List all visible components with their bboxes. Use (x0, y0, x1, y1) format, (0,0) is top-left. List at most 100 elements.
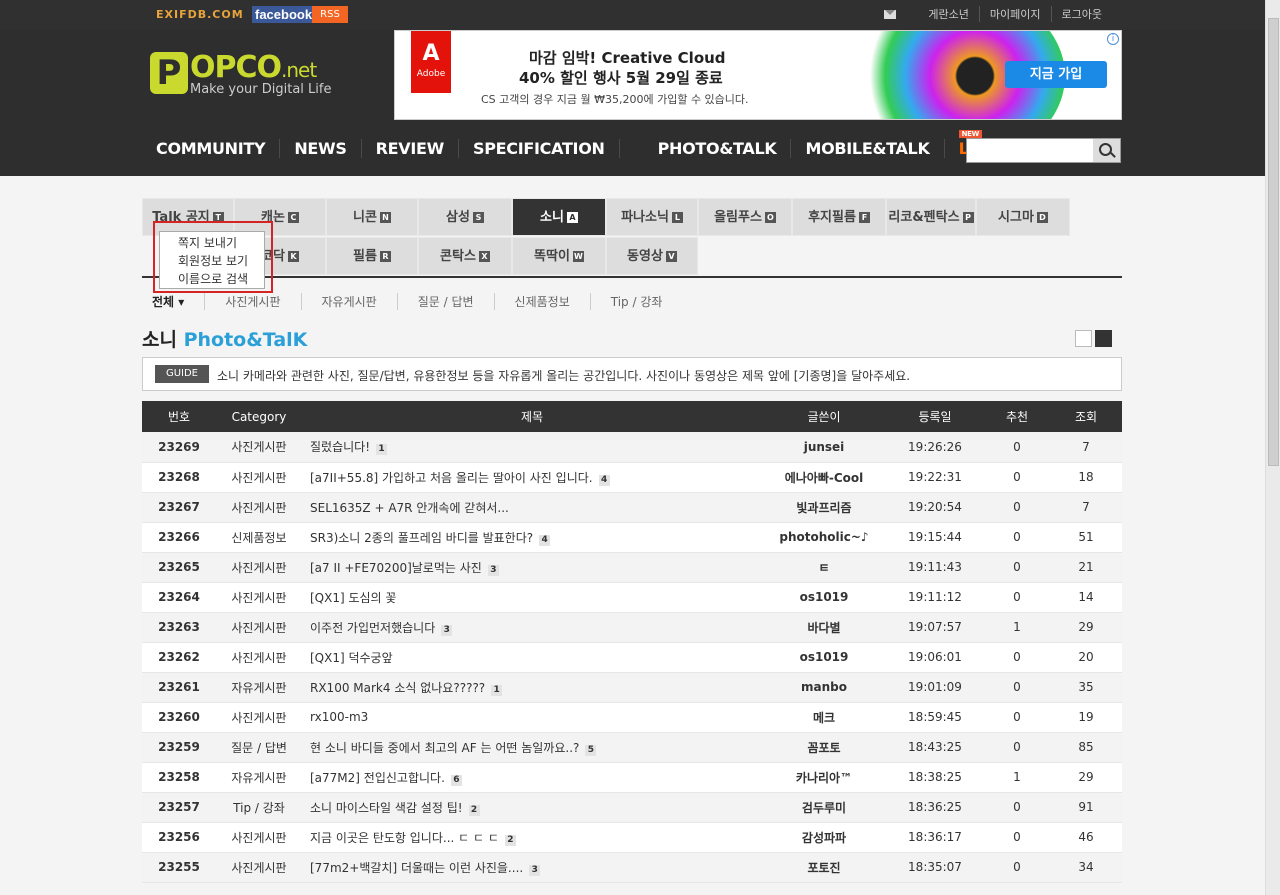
post-category[interactable]: 사진게시판 (216, 582, 302, 613)
post-category[interactable]: 질문 / 답변 (216, 732, 302, 763)
subtab-photo[interactable]: 사진게시판 (204, 293, 300, 310)
menu-view-profile[interactable]: 회원정보 보기 (178, 252, 264, 270)
list-view-icon[interactable] (1095, 330, 1112, 347)
table-row[interactable]: 23267 사진게시판 SEL1635Z + A7R 안개속에 갇혀서... 빛과프리… (142, 492, 1122, 523)
nav-specification[interactable]: SPECIFICATION (458, 139, 619, 158)
post-title-text[interactable]: rx100-m3 (310, 710, 368, 724)
nav-review[interactable]: REVIEW (360, 139, 458, 158)
table-row[interactable]: 23255 사진게시판 [77m2+백갈치] 더울때는 이런 사진을.... 3 포토진… (142, 852, 1122, 883)
post-category[interactable]: 사진게시판 (216, 552, 302, 583)
post-author[interactable]: 카나리아™ (762, 762, 886, 793)
subtab-all[interactable]: 전체 ▾ (152, 293, 204, 310)
grid-view-icon[interactable] (1075, 330, 1092, 347)
table-row[interactable]: 23264 사진게시판 [QX1] 도심의 꽃 os1019 19:11:12 0 14 (142, 582, 1122, 613)
brand-tab-s[interactable]: 삼성 S (418, 198, 512, 236)
post-category[interactable]: Tip / 강좌 (216, 792, 302, 823)
brand-tab-d[interactable]: 시그마 D (976, 198, 1070, 236)
post-title[interactable]: 소니 마이스타일 색감 설정 팁! 2 (302, 792, 762, 823)
subtab-free[interactable]: 자유게시판 (300, 293, 397, 310)
post-category[interactable]: 사진게시판 (216, 822, 302, 853)
post-category[interactable]: 사진게시판 (216, 852, 302, 883)
post-category[interactable]: 자유게시판 (216, 672, 302, 703)
brand-tab-f[interactable]: 후지필름 F (792, 198, 886, 236)
post-title[interactable]: [77m2+백갈치] 더울때는 이런 사진을.... 3 (302, 852, 762, 883)
post-category[interactable]: 자유게시판 (216, 762, 302, 793)
table-row[interactable]: 23269 사진게시판 질렀습니다! 1 junsei 19:26:26 0 7 (142, 432, 1122, 463)
table-row[interactable]: 23257 Tip / 강좌 소니 마이스타일 색감 설정 팁! 2 검두루미 18:36… (142, 792, 1122, 823)
post-title[interactable]: 질렀습니다! 1 (302, 432, 762, 463)
site-logo[interactable]: P OPCO.net Make your Digital Life (150, 50, 331, 102)
brand-tab-w[interactable]: 똑딱이 W (512, 237, 606, 275)
post-author[interactable]: 포토진 (762, 852, 886, 883)
post-title-text[interactable]: 이주전 가입먼저했습니다 (310, 621, 435, 635)
nav-photo-talk[interactable]: PHOTO&TALK (618, 139, 791, 158)
post-title[interactable]: SR3)소니 2종의 풀프레임 바디를 발표한다? 4 (302, 522, 762, 553)
post-title-text[interactable]: [QX1] 도심의 꽃 (310, 591, 396, 605)
table-row[interactable]: 23263 사진게시판 이주전 가입먼저했습니다 3 바다별 19:07:57 1 29 (142, 612, 1122, 643)
post-author[interactable]: 꼼포토 (762, 732, 886, 763)
table-row[interactable]: 23261 자유게시판 RX100 Mark4 소식 없나요????? 1 manbo 1… (142, 672, 1122, 703)
table-row[interactable]: 23262 사진게시판 [QX1] 덕수궁앞 os1019 19:06:01 0 20 (142, 642, 1122, 673)
subtab-tip[interactable]: Tip / 강좌 (589, 293, 683, 310)
menu-send-message[interactable]: 쪽지 보내기 (178, 234, 264, 252)
post-author[interactable]: ㅌ (762, 552, 886, 583)
brand-tab-v[interactable]: 동영상 V (606, 237, 698, 275)
brand-tab-r[interactable]: 필름 R (326, 237, 418, 275)
facebook-link[interactable]: facebook (252, 6, 316, 23)
nav-community[interactable]: COMMUNITY (156, 139, 279, 158)
post-author[interactable]: junsei (762, 432, 886, 463)
post-author[interactable]: 에나아빠-Cool (762, 462, 886, 493)
mail-icon[interactable] (884, 9, 897, 19)
brand-tab-o[interactable]: 올림푸스 O (698, 198, 792, 236)
scrollbar-thumb[interactable] (1268, 18, 1279, 466)
post-author[interactable]: photoholic~♪ (762, 522, 886, 553)
post-author[interactable]: 바다별 (762, 612, 886, 643)
nav-mobile-talk[interactable]: MOBILE&TALK (790, 139, 943, 158)
post-author[interactable]: manbo (762, 672, 886, 703)
ad-banner[interactable]: Adobe 마감 임박! Creative Cloud 40% 할인 행사 5월… (394, 30, 1122, 120)
subtab-newproduct[interactable]: 신제품정보 (493, 293, 590, 310)
brand-tab-x[interactable]: 콘탁스 X (418, 237, 512, 275)
subtab-qna[interactable]: 질문 / 답변 (396, 293, 494, 310)
post-title-text[interactable]: 지금 이곳은 탄도항 입니다... ㄷ ㄷ ㄷ (310, 831, 499, 845)
post-title-text[interactable]: [77m2+백갈치] 더울때는 이런 사진을.... (310, 861, 523, 875)
post-title[interactable]: SEL1635Z + A7R 안개속에 갇혀서... (302, 492, 762, 523)
post-title-text[interactable]: [a7 II +FE70200]날로먹는 사진 (310, 561, 482, 575)
post-title[interactable]: [QX1] 덕수궁앞 (302, 642, 762, 673)
post-author[interactable]: 검두루미 (762, 792, 886, 823)
post-title-text[interactable]: [a7II+55.8] 가입하고 처음 올리는 딸아이 사진 입니다. (310, 471, 593, 485)
table-row[interactable]: 23260 사진게시판 rx100-m3 메크 18:59:45 0 19 (142, 702, 1122, 733)
username-link[interactable]: 게란소년 (918, 6, 978, 22)
table-row[interactable]: 23268 사진게시판 [a7II+55.8] 가입하고 처음 올리는 딸아이 사진… (142, 462, 1122, 493)
mypage-link[interactable]: 마이페이지 (978, 6, 1051, 22)
brand-tab-a[interactable]: 소니 A (512, 198, 606, 236)
table-row[interactable]: 23259 질문 / 답변 현 소니 바디들 중에서 최고의 AF 는 어떤 놈일까… (142, 732, 1122, 763)
post-title-text[interactable]: 질렀습니다! (310, 440, 370, 454)
post-title[interactable]: 현 소니 바디들 중에서 최고의 AF 는 어떤 놈일까요..? 5 (302, 732, 762, 763)
table-row[interactable]: 23265 사진게시판 [a7 II +FE70200]날로먹는 사진 3 ㅌ 19:11… (142, 552, 1122, 583)
brand-tab-p[interactable]: 리코&펜탁스 P (886, 198, 976, 236)
scrollbar[interactable] (1265, 0, 1280, 895)
post-title[interactable]: 이주전 가입먼저했습니다 3 (302, 612, 762, 643)
post-category[interactable]: 사진게시판 (216, 432, 302, 463)
post-title-text[interactable]: RX100 Mark4 소식 없나요????? (310, 681, 485, 695)
post-title-text[interactable]: [a77M2] 전입신고합니다. (310, 771, 445, 785)
post-author[interactable]: os1019 (762, 582, 886, 613)
post-category[interactable]: 사진게시판 (216, 702, 302, 733)
post-title-text[interactable]: 현 소니 바디들 중에서 최고의 AF 는 어떤 놈일까요..? (310, 741, 579, 755)
post-title[interactable]: [QX1] 도심의 꽃 (302, 582, 762, 613)
exifdb-link[interactable]: EXIFDB.COM (156, 8, 244, 21)
post-category[interactable]: 사진게시판 (216, 462, 302, 493)
rss-link[interactable]: RSS (312, 6, 348, 23)
table-row[interactable]: 23256 사진게시판 지금 이곳은 탄도항 입니다... ㄷ ㄷ ㄷ 2 감성파파 18… (142, 822, 1122, 853)
post-author[interactable]: 감성파파 (762, 822, 886, 853)
post-author[interactable]: os1019 (762, 642, 886, 673)
post-title[interactable]: 지금 이곳은 탄도항 입니다... ㄷ ㄷ ㄷ 2 (302, 822, 762, 853)
brand-tab-l[interactable]: 파나소닉 L (606, 198, 698, 236)
post-title-text[interactable]: 소니 마이스타일 색감 설정 팁! (310, 801, 463, 815)
post-title[interactable]: rx100-m3 (302, 702, 762, 733)
post-author[interactable]: 메크 (762, 702, 886, 733)
brand-tab-n[interactable]: 니콘 N (326, 198, 418, 236)
post-title[interactable]: [a77M2] 전입신고합니다. 6 (302, 762, 762, 793)
logout-link[interactable]: 로그아웃 (1050, 6, 1112, 22)
